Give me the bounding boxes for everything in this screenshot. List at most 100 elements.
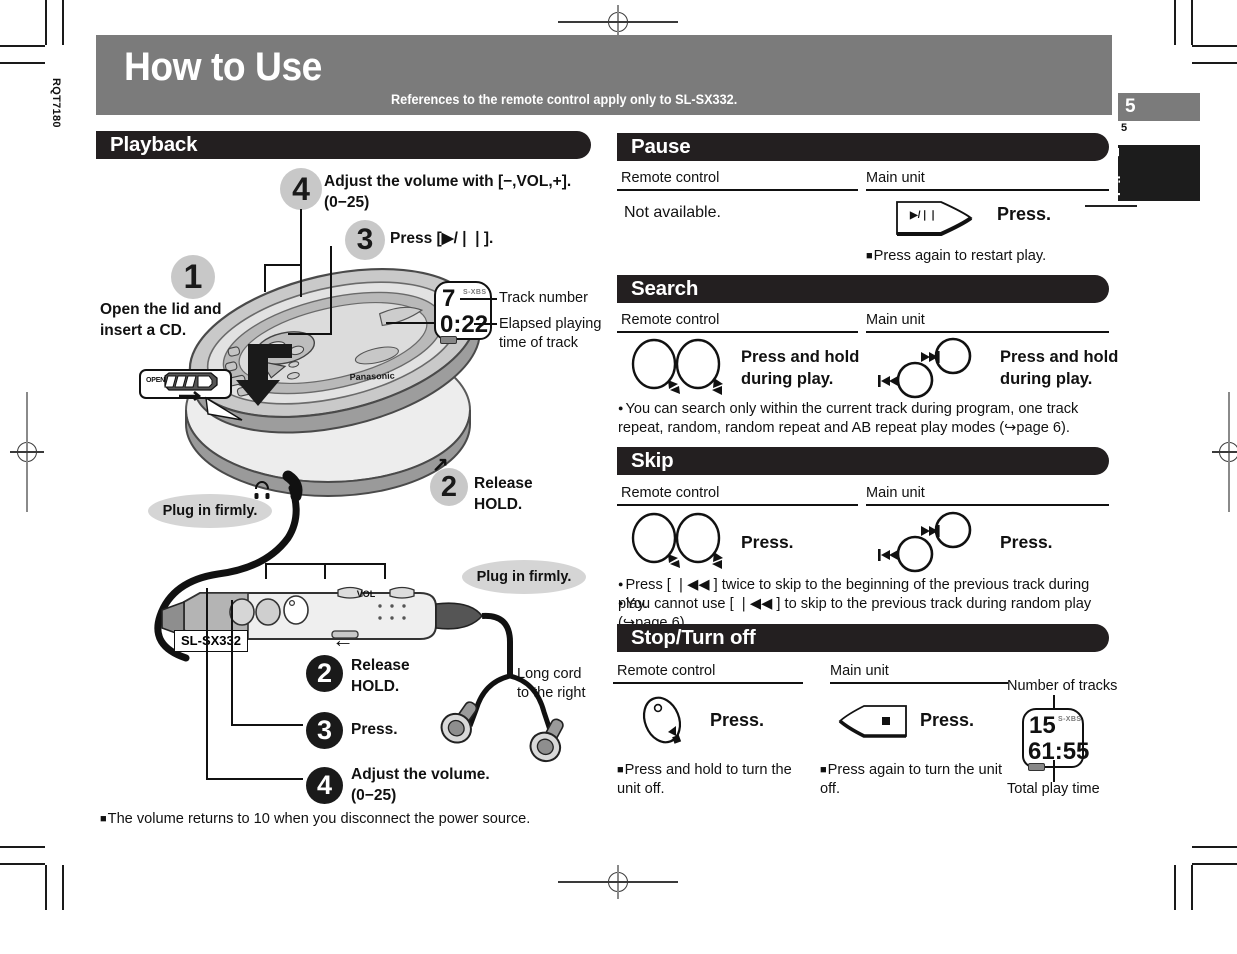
registration-mark-top bbox=[558, 5, 678, 39]
step-3-remote-label: Press. bbox=[351, 721, 398, 738]
crop-mark-tl2-v bbox=[62, 0, 64, 45]
stop-main-note: Press again to turn the unit off. bbox=[820, 761, 1020, 800]
step-badge-4-remote: 4 bbox=[306, 767, 343, 804]
display-leader-track bbox=[460, 298, 497, 300]
pause-main-button-glyph: ▶/❘❘ bbox=[910, 210, 938, 221]
search-col-remote-label: Remote control bbox=[621, 312, 720, 328]
remote-leader-4-v bbox=[206, 588, 208, 778]
search-note: You can search only within the current t… bbox=[618, 400, 1110, 439]
section-heading-skip: Skip bbox=[617, 447, 1109, 475]
search-remote-dials bbox=[631, 338, 723, 395]
skip-remote-dials bbox=[631, 512, 723, 569]
main-unit-display: 7 S-XBS 0:22 bbox=[434, 281, 492, 344]
section-heading-pause-label: Pause bbox=[631, 135, 691, 158]
registration-mark-right bbox=[1212, 392, 1237, 512]
page-title: How to Use bbox=[124, 45, 322, 89]
stop-display-leader-bottom bbox=[1053, 760, 1055, 782]
stop-display-tracks: 15 bbox=[1029, 712, 1056, 739]
crop-mark-tl-h bbox=[0, 45, 45, 47]
step-4-main-label: Adjust the volume with [−,VOL,+]. (0−25) bbox=[324, 173, 572, 211]
step4-leader-v2 bbox=[264, 264, 266, 292]
registration-mark-bottom bbox=[558, 865, 678, 899]
search-rule-main bbox=[866, 331, 1109, 333]
skip-col-remote-label: Remote control bbox=[621, 485, 720, 501]
page-masthead: How to Use References to the remote cont… bbox=[96, 35, 1112, 115]
section-heading-search: Search bbox=[617, 275, 1109, 303]
section-heading-playback-label: Playback bbox=[110, 133, 198, 156]
stop-remote-action: Press. bbox=[710, 710, 765, 730]
crop-mark-tr2-v bbox=[1191, 0, 1193, 45]
skip-rule-remote bbox=[617, 504, 858, 506]
display-caption-track: Track number bbox=[499, 290, 588, 306]
crop-mark-br-v bbox=[1174, 865, 1176, 910]
step3-leader-v bbox=[330, 246, 332, 334]
section-heading-pause: Pause bbox=[617, 133, 1109, 161]
step-4-remote-label: Adjust the volume. (0−25) bbox=[351, 766, 490, 804]
crop-mark-bl-h bbox=[0, 863, 45, 865]
release-hold-arrow-remote: ← bbox=[332, 627, 354, 652]
step-badge-3-remote: 3 bbox=[306, 712, 343, 749]
stop-unit-display: 15 S-XBS 61:55 bbox=[1022, 708, 1089, 771]
playback-footnote: The volume returns to 10 when you discon… bbox=[100, 810, 600, 829]
section-heading-stop-label: Stop/Turn off bbox=[631, 626, 756, 649]
remote-leader-3-v bbox=[231, 600, 233, 724]
pause-col-remote-label: Remote control bbox=[621, 170, 720, 186]
pause-remote-text: Not available. bbox=[624, 204, 721, 221]
page-number-small: 5 bbox=[1121, 122, 1128, 134]
remote-leader-top-v1 bbox=[265, 563, 267, 579]
crop-mark-bl2-h bbox=[0, 846, 45, 848]
stop-display-battery-icon bbox=[1028, 763, 1045, 771]
crop-mark-tl2-h bbox=[0, 62, 45, 64]
step3-leader-h bbox=[288, 333, 332, 335]
cd-player-illustration: Panasonic bbox=[185, 267, 481, 499]
crop-mark-tr2-h bbox=[1192, 62, 1237, 64]
skip-remote-action: Press. bbox=[741, 532, 794, 552]
step4-leader-v bbox=[300, 209, 302, 297]
search-main-unit-buttons bbox=[878, 337, 972, 399]
stop-remote-note: Press and hold to turn the unit off. bbox=[617, 761, 817, 800]
pause-rule-main bbox=[866, 189, 1109, 191]
stop-display-caption-total: Total play time bbox=[1007, 781, 1100, 797]
pause-main-action: Press. bbox=[997, 204, 1052, 224]
stop-main-action: Press. bbox=[920, 710, 975, 730]
page-number-badge: 5 bbox=[1118, 93, 1200, 121]
step-badge-4-main: 4 bbox=[280, 168, 322, 210]
stop-display-xbs: S-XBS bbox=[1058, 716, 1082, 723]
crop-mark-bl2-v bbox=[62, 865, 64, 910]
svg-text:Panasonic: Panasonic bbox=[350, 371, 395, 383]
remote-leader-top-v3 bbox=[384, 563, 386, 579]
skip-main-action: Press. bbox=[1000, 532, 1053, 552]
search-main-action: Press and hold during play. bbox=[1000, 348, 1119, 388]
section-heading-search-label: Search bbox=[631, 277, 699, 300]
open-slider-label: OPEN bbox=[146, 377, 166, 384]
search-rule-remote bbox=[617, 331, 858, 333]
stop-rule-main bbox=[830, 682, 1008, 684]
language-tab: English bbox=[1105, 145, 1200, 201]
crop-mark-tr-v bbox=[1174, 0, 1176, 45]
skip-col-main-label: Main unit bbox=[866, 485, 925, 501]
crop-mark-tl-v bbox=[45, 0, 47, 45]
display-battery-icon bbox=[440, 336, 457, 344]
svg-text:VOL: VOL bbox=[357, 589, 376, 599]
crop-mark-br2-v bbox=[1191, 865, 1193, 910]
display-connector-line bbox=[386, 322, 436, 324]
crop-mark-tr-h bbox=[1192, 45, 1237, 47]
step-badge-2-remote: 2 bbox=[306, 655, 343, 692]
stop-col-main-label: Main unit bbox=[830, 663, 889, 679]
remote-leader-top-v2 bbox=[324, 563, 326, 579]
section-heading-skip-label: Skip bbox=[631, 449, 674, 472]
language-tab-rule bbox=[1085, 205, 1137, 207]
step4-leader-h bbox=[264, 264, 302, 266]
open-slider-leader bbox=[205, 396, 243, 421]
stop-remote-button bbox=[642, 696, 682, 744]
search-col-main-label: Main unit bbox=[866, 312, 925, 328]
skip-main-unit-buttons bbox=[878, 511, 972, 573]
remote-leader-4-h bbox=[206, 778, 303, 780]
display-elapsed-time: 0:22 bbox=[440, 311, 489, 338]
stop-main-unit-button bbox=[838, 705, 907, 738]
search-remote-action: Press and hold during play. bbox=[741, 348, 860, 388]
display-leader-elapsed bbox=[474, 323, 497, 325]
display-track-number: 7 bbox=[442, 285, 456, 312]
crop-mark-bl-v bbox=[45, 865, 47, 910]
skip-rule-main bbox=[866, 504, 1109, 506]
